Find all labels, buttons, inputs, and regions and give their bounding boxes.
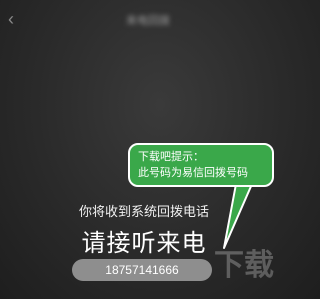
tip-title: 下载吧提示：: [138, 151, 204, 163]
tip-message: 此号码为易信回拨号码: [138, 167, 248, 179]
tip-bubble: 下载吧提示： 此号码为易信回拨号码: [128, 143, 274, 187]
watermark-logo: 下载: [214, 249, 274, 282]
